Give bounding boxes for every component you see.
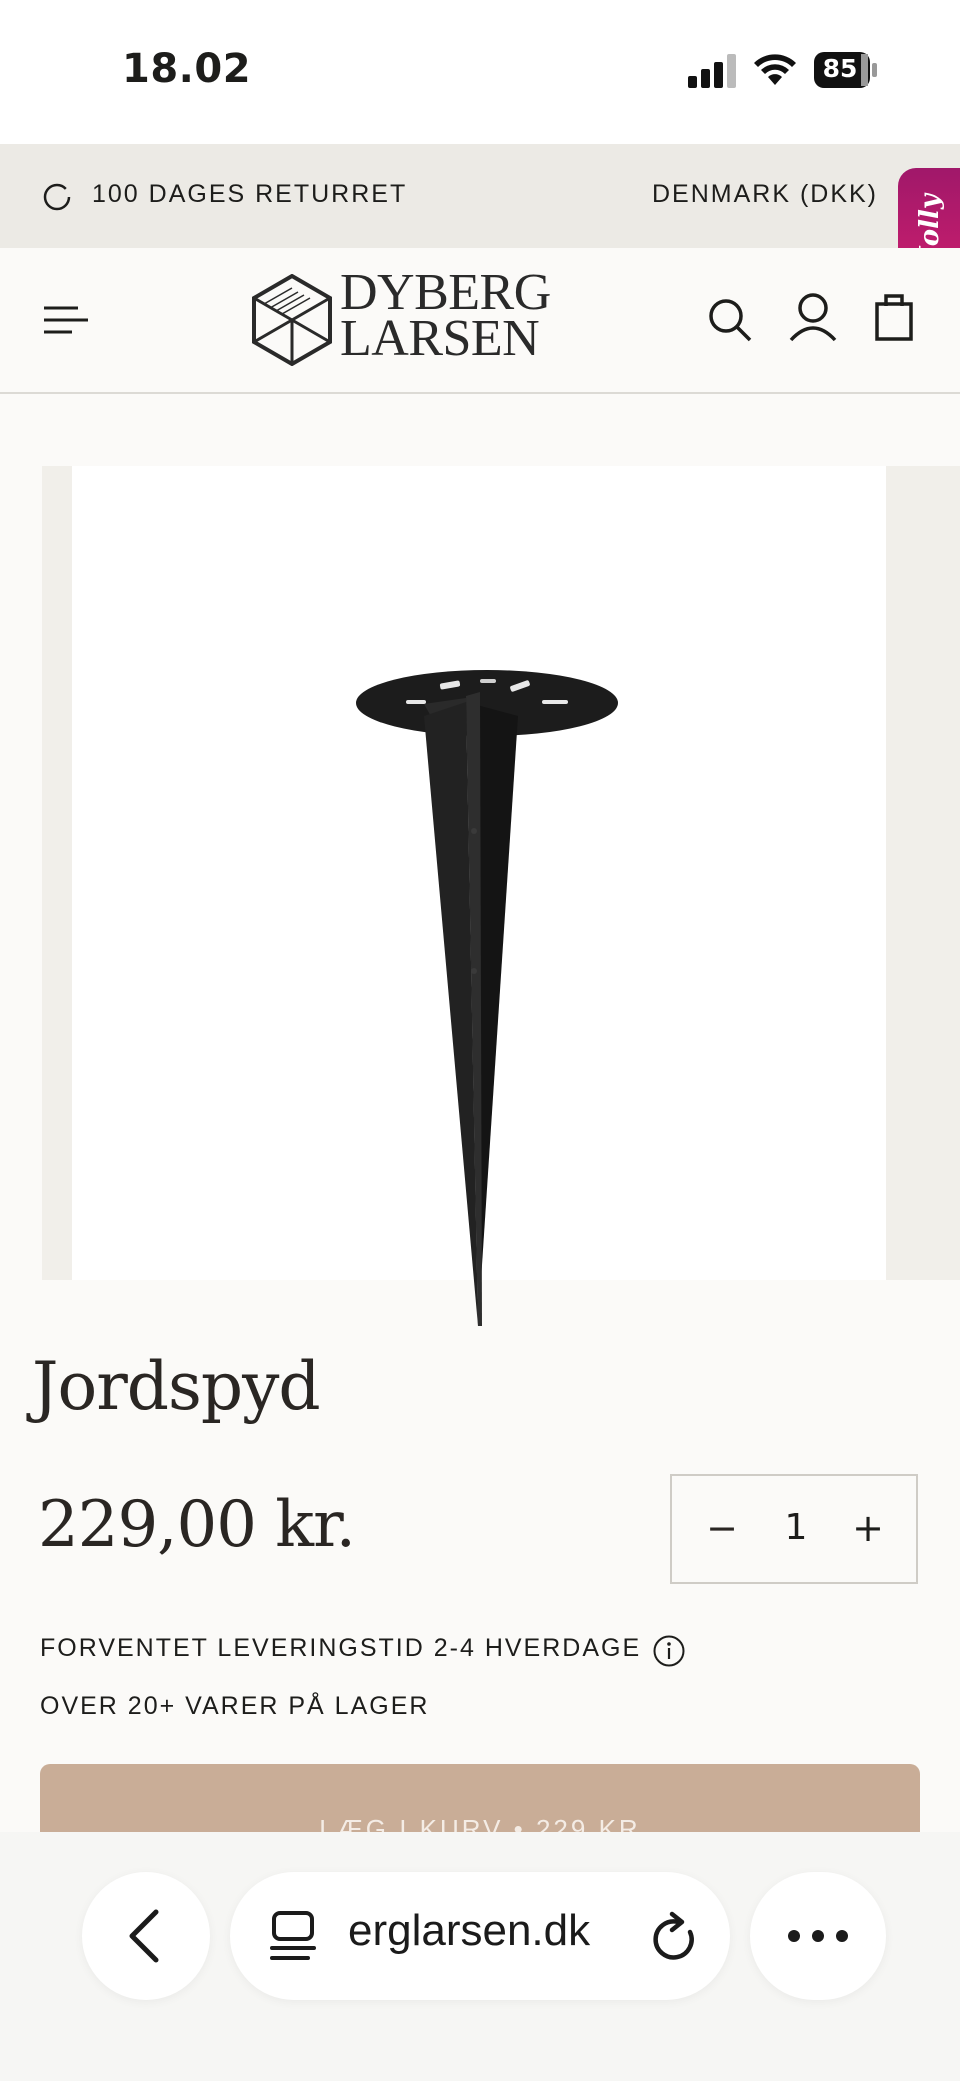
product-gallery: [0, 394, 960, 1326]
wifi-icon: [754, 54, 796, 85]
product-image[interactable]: [72, 466, 886, 1326]
quantity-increase-button[interactable]: +: [840, 1500, 896, 1556]
product-title: Jordspyd: [32, 1348, 321, 1425]
battery-level: 85: [822, 54, 858, 83]
signal-icon: [688, 54, 736, 88]
back-arrow-icon: [129, 1909, 159, 1963]
stock-status: OVER 20+ VARER PÅ LAGER: [40, 1692, 430, 1720]
url-text: erglarsen.dk: [348, 1906, 591, 1955]
account-icon[interactable]: [788, 292, 838, 344]
gallery-next-slide[interactable]: [886, 466, 960, 1280]
delivery-time: FORVENTET LEVERINGSTID 2-4 HVERDAGE: [40, 1634, 642, 1662]
returns-text: 100 DAGES RETURRET: [92, 180, 408, 208]
country-selector[interactable]: DENMARK (DKK): [652, 180, 878, 209]
site-header: DYBERG LARSEN: [0, 248, 960, 394]
address-bar[interactable]: erglarsen.dk: [230, 1872, 730, 2000]
bag-icon[interactable]: [874, 292, 914, 342]
logo-hexagon-icon[interactable]: [252, 274, 332, 366]
info-icon[interactable]: [652, 1634, 686, 1668]
menu-icon[interactable]: [42, 300, 90, 340]
quantity-stepper: − 1 +: [670, 1474, 918, 1584]
quantity-input[interactable]: 1: [768, 1500, 824, 1556]
browser-toolbar: erglarsen.dk: [0, 1832, 960, 2081]
more-options-button[interactable]: [750, 1872, 886, 2000]
quantity-decrease-button[interactable]: −: [694, 1500, 750, 1556]
loading-circle-icon: [43, 183, 71, 211]
back-button[interactable]: [82, 1872, 210, 2000]
gallery-prev-slide[interactable]: [42, 466, 72, 1280]
status-time: 18.02: [122, 46, 252, 92]
tabs-icon[interactable]: [268, 1910, 318, 1962]
reload-icon[interactable]: [650, 1910, 702, 1966]
brand-logo[interactable]: DYBERG LARSEN: [340, 267, 551, 367]
more-icon: [788, 1930, 848, 1942]
search-icon[interactable]: [706, 296, 754, 344]
product-price: 229,00 kr.: [38, 1488, 356, 1562]
ground-spike-image: [356, 670, 618, 1326]
logo-line-2: LARSEN: [340, 310, 540, 367]
status-bar: 18.02 85: [0, 0, 960, 144]
promo-bar: 100 DAGES RETURRET DENMARK (DKK): [0, 144, 960, 248]
